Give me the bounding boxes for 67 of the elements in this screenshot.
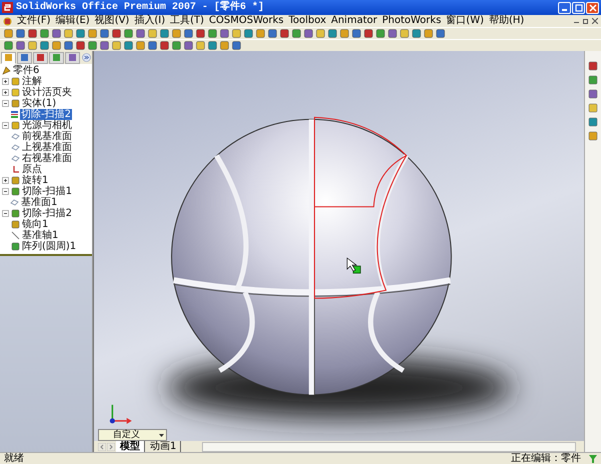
view-selector[interactable]: 自定义 bbox=[98, 429, 167, 441]
menu-item[interactable]: PhotoWorks bbox=[382, 15, 442, 27]
tree-item[interactable]: 镜向1 bbox=[21, 219, 50, 230]
tree-item[interactable]: 切除-扫描2 bbox=[21, 208, 73, 219]
tree-item[interactable]: 设计活页夹 bbox=[21, 87, 73, 98]
tree-item[interactable]: 上视基准面 bbox=[21, 142, 73, 153]
tree-item[interactable]: 光源与相机 bbox=[21, 120, 73, 131]
panel-tab[interactable] bbox=[17, 52, 32, 64]
close-icon[interactable] bbox=[592, 18, 598, 24]
expand-toggle-icon[interactable] bbox=[2, 100, 9, 107]
menu-item[interactable]: Toolbox bbox=[288, 15, 326, 27]
scroll-left-icon[interactable] bbox=[98, 442, 106, 450]
tree-item[interactable]: 原点 bbox=[21, 164, 43, 175]
app-logo-icon bbox=[2, 2, 13, 13]
tree-item[interactable]: 基准轴1 bbox=[21, 230, 60, 241]
menu-item[interactable]: COSMOSWorks bbox=[209, 15, 284, 27]
model-tab[interactable]: 动画1 bbox=[146, 441, 182, 452]
tree-item[interactable]: 注解 bbox=[21, 76, 43, 87]
horizontal-scrollbar[interactable] bbox=[202, 442, 576, 452]
tree-item[interactable]: 前视基准面 bbox=[21, 131, 73, 142]
tree-item[interactable]: 阵列(圆周)1 bbox=[21, 241, 78, 252]
menu-item[interactable]: Animator bbox=[331, 15, 378, 27]
tree-item[interactable]: 实体(1) bbox=[21, 98, 58, 109]
menu-item[interactable]: 窗口(W) bbox=[446, 15, 484, 27]
part-icon bbox=[2, 66, 11, 75]
menu-item[interactable]: 视图(V) bbox=[94, 15, 130, 27]
expand-icon[interactable] bbox=[82, 53, 91, 62]
expand-toggle-icon[interactable] bbox=[2, 89, 9, 96]
axis-triad-icon bbox=[110, 404, 132, 424]
window-title: SolidWorks Office Premium 2007 - [零件6 *] bbox=[16, 0, 264, 14]
close-button[interactable] bbox=[586, 2, 599, 14]
close-icon bbox=[588, 4, 596, 12]
tree-item[interactable]: 旋转1 bbox=[21, 175, 50, 186]
menu-item[interactable]: 工具(T) bbox=[170, 15, 204, 27]
expand-toggle-icon[interactable] bbox=[2, 122, 9, 129]
maximize-button[interactable] bbox=[572, 2, 585, 14]
minimize-icon bbox=[562, 9, 567, 11]
panel-tab[interactable] bbox=[49, 52, 64, 64]
tree-item[interactable]: 基准面1 bbox=[20, 197, 58, 208]
expand-toggle-icon[interactable] bbox=[2, 78, 9, 85]
cursor-icon bbox=[346, 257, 358, 272]
menu-item[interactable]: 文件(F) bbox=[17, 15, 51, 27]
3d-viewport[interactable]: 自定义 bbox=[94, 51, 584, 441]
tree-item[interactable]: 零件6 bbox=[12, 65, 40, 76]
panel-tab[interactable] bbox=[33, 52, 48, 64]
ball-model[interactable] bbox=[171, 118, 452, 396]
expand-toggle-icon[interactable] bbox=[2, 210, 9, 217]
menu-item[interactable]: 插入(I) bbox=[134, 15, 166, 27]
maximize-icon bbox=[574, 4, 582, 12]
expand-toggle-icon[interactable] bbox=[2, 188, 9, 195]
expand-toggle-icon[interactable] bbox=[2, 177, 9, 184]
status-text: 就绪 bbox=[4, 453, 24, 464]
filter-icon bbox=[589, 454, 597, 462]
panel-tab[interactable] bbox=[65, 52, 80, 64]
tree-item[interactable]: 切除-扫描1 bbox=[21, 186, 73, 197]
menu-item[interactable]: 编辑(E) bbox=[56, 15, 90, 27]
tree-item[interactable]: 右视基准面 bbox=[21, 153, 73, 164]
scroll-right-icon[interactable] bbox=[107, 442, 115, 450]
dropdown-caret-icon[interactable] bbox=[158, 432, 165, 438]
feature-icon bbox=[10, 110, 19, 119]
menu-item[interactable]: 帮助(H) bbox=[488, 15, 524, 27]
app-menu-icon[interactable] bbox=[3, 16, 12, 26]
editing-status: 正在编辑：零件 bbox=[511, 453, 581, 464]
restore-icon[interactable] bbox=[583, 18, 589, 24]
model-tab[interactable]: 模型 bbox=[116, 441, 145, 452]
minimize-button[interactable] bbox=[558, 2, 571, 14]
tree-item[interactable]: 切除-扫描2 bbox=[20, 109, 72, 120]
